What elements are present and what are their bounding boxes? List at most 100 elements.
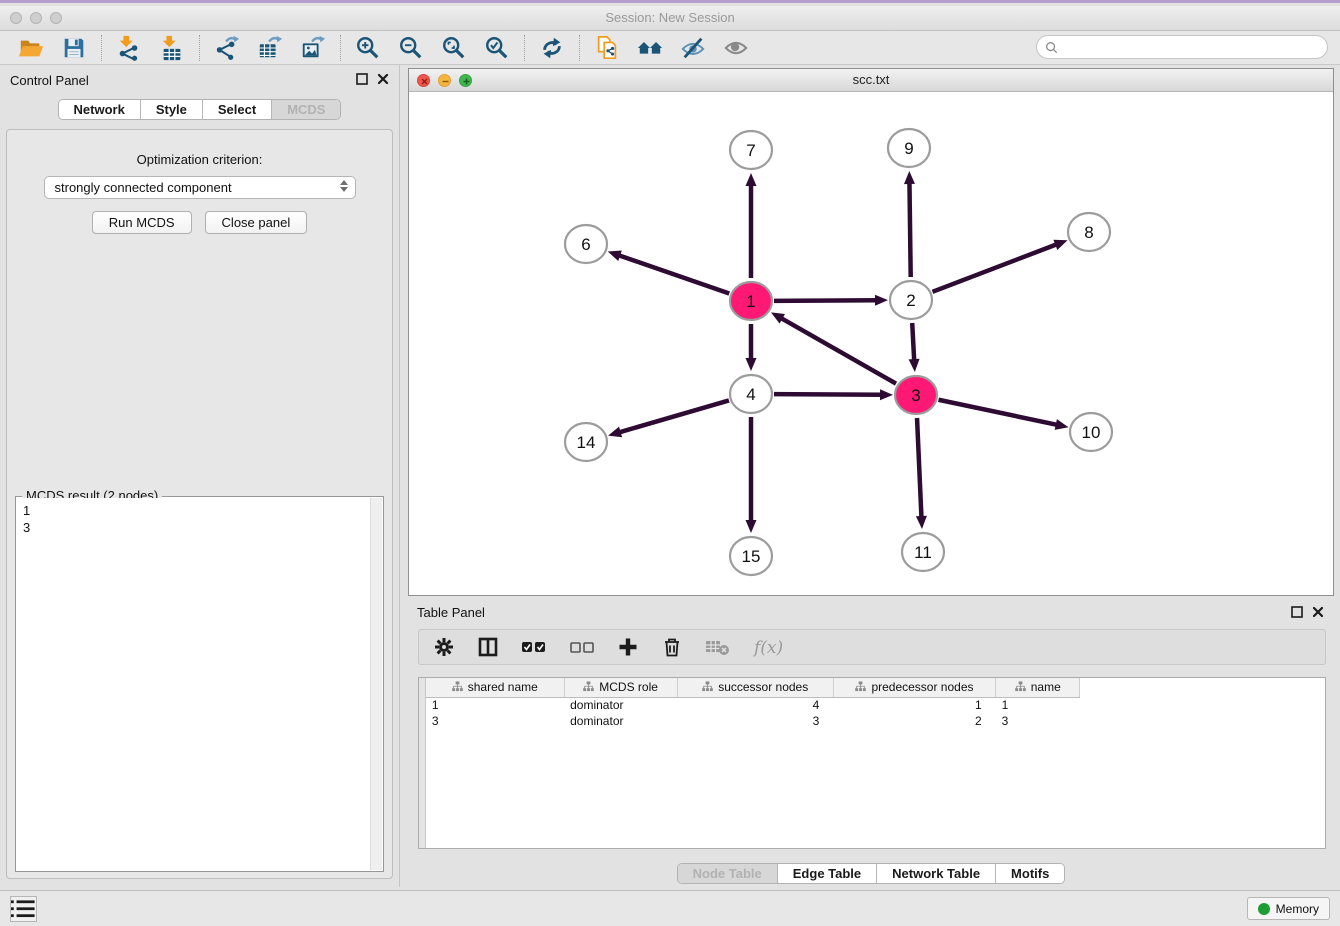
network-maximize-button[interactable] — [459, 74, 472, 87]
network-canvas[interactable]: 1 2 3 4 6 7 8 9 10 11 14 15 — [409, 92, 1333, 595]
graph-node-6[interactable]: 6 — [565, 225, 607, 263]
column-header-name[interactable]: name — [996, 678, 1080, 697]
open-session-icon[interactable] — [18, 35, 44, 61]
tab-motifs[interactable]: Motifs — [995, 864, 1064, 883]
graph-edge-2-9[interactable] — [909, 181, 910, 277]
import-network-icon[interactable] — [116, 35, 142, 61]
table-cell[interactable]: 3 — [677, 713, 833, 729]
close-table-panel-icon[interactable] — [1312, 606, 1324, 618]
maximize-window-button[interactable] — [50, 12, 62, 24]
save-session-icon[interactable] — [61, 35, 87, 61]
table-cell[interactable]: 1 — [426, 697, 564, 713]
graph-node-14[interactable]: 14 — [565, 423, 607, 461]
table-cell[interactable]: 3 — [996, 713, 1080, 729]
graph-node-9[interactable]: 9 — [888, 129, 930, 167]
network-close-button[interactable] — [417, 74, 430, 87]
minimize-window-button[interactable] — [30, 12, 42, 24]
tab-style[interactable]: Style — [140, 100, 202, 119]
tab-mcds[interactable]: MCDS — [271, 100, 340, 119]
zoom-out-icon[interactable] — [398, 35, 424, 61]
export-image-icon[interactable] — [300, 35, 326, 61]
control-panel-header: Control Panel — [0, 65, 399, 95]
optimization-criterion-label: Optimization criterion: — [7, 152, 392, 167]
close-panel-button[interactable]: Close panel — [205, 211, 308, 234]
export-table-icon[interactable] — [257, 35, 283, 61]
zoom-in-icon[interactable] — [355, 35, 381, 61]
graph-edge-3-11[interactable] — [917, 418, 922, 519]
toolbar-group — [524, 35, 579, 61]
table-cell[interactable]: 2 — [833, 713, 995, 729]
search-input[interactable] — [1062, 40, 1319, 54]
table-cell[interactable]: 3 — [426, 713, 564, 729]
close-panel-icon[interactable] — [377, 73, 389, 85]
optimization-criterion-select[interactable]: strongly connected component — [44, 176, 356, 199]
graph-edge-1-6[interactable] — [617, 255, 729, 294]
tab-network-table[interactable]: Network Table — [876, 864, 995, 883]
create-column-icon[interactable] — [617, 636, 639, 658]
graph-edge-3-1[interactable] — [780, 317, 896, 383]
graph-edge-2-8[interactable] — [932, 244, 1058, 292]
network-window-title: scc.txt — [409, 69, 1333, 91]
table-cell[interactable]: 4 — [677, 697, 833, 713]
run-mcds-button[interactable]: Run MCDS — [92, 211, 192, 234]
task-history-button[interactable] — [10, 896, 37, 922]
result-scrollbar[interactable] — [370, 498, 382, 870]
tab-edge-table[interactable]: Edge Table — [777, 864, 876, 883]
table-row[interactable]: 1dominator411 — [426, 697, 1325, 713]
search-field[interactable] — [1036, 35, 1328, 59]
list-icon — [11, 899, 36, 918]
tab-node-table[interactable]: Node Table — [678, 864, 777, 883]
settings-gear-icon[interactable] — [433, 636, 455, 658]
table-cell[interactable]: 1 — [996, 697, 1080, 713]
graph-edge-arrowhead — [904, 171, 915, 184]
first-neighbors-icon[interactable] — [637, 35, 663, 61]
graph-node-2[interactable]: 2 — [890, 281, 932, 319]
column-header-mcds-role[interactable]: MCDS role — [564, 678, 677, 697]
node-table[interactable]: shared nameMCDS rolesuccessor nodesprede… — [418, 677, 1326, 849]
float-panel-icon[interactable] — [356, 73, 368, 85]
column-header-predecessor-nodes[interactable]: predecessor nodes — [833, 678, 995, 697]
graph-node-10[interactable]: 10 — [1070, 413, 1112, 451]
mcds-result-list: 13 — [17, 498, 369, 870]
memory-button[interactable]: Memory — [1247, 897, 1330, 920]
select-all-checkboxes-icon[interactable] — [521, 636, 547, 658]
hide-graphics-details-icon[interactable] — [680, 35, 706, 61]
graph-node-4[interactable]: 4 — [730, 375, 772, 413]
delete-columns-icon[interactable] — [661, 636, 683, 658]
graph-node-label: 3 — [911, 386, 920, 405]
table-cell[interactable]: 1 — [833, 697, 995, 713]
graph-node-3[interactable]: 3 — [895, 376, 937, 414]
graph-node-11[interactable]: 11 — [902, 533, 944, 571]
window-controls — [10, 12, 62, 24]
table-body: 1dominator4113dominator323 — [426, 697, 1325, 729]
show-graphics-details-icon[interactable] — [723, 35, 749, 61]
split-panel-icon[interactable] — [477, 636, 499, 658]
svg-text:f(x): f(x) — [752, 638, 783, 658]
table-row[interactable]: 3dominator323 — [426, 713, 1325, 729]
graph-node-8[interactable]: 8 — [1068, 213, 1110, 251]
column-header-successor-nodes[interactable]: successor nodes — [677, 678, 833, 697]
refresh-view-icon[interactable] — [539, 35, 565, 61]
column-header-shared-name[interactable]: shared name — [426, 678, 564, 697]
graph-node-7[interactable]: 7 — [730, 131, 772, 169]
export-network-icon[interactable] — [214, 35, 240, 61]
graph-edge-1-2[interactable] — [774, 300, 878, 301]
float-table-panel-icon[interactable] — [1291, 606, 1303, 618]
tab-network[interactable]: Network — [59, 100, 140, 119]
table-cell[interactable]: dominator — [564, 713, 677, 729]
graph-edge-3-10[interactable] — [939, 400, 1059, 425]
zoom-fit-icon[interactable] — [441, 35, 467, 61]
clone-network-icon[interactable] — [594, 35, 620, 61]
table-cell[interactable]: dominator — [564, 697, 677, 713]
import-table-icon[interactable] — [159, 35, 185, 61]
network-minimize-button[interactable] — [438, 74, 451, 87]
zoom-selected-icon[interactable] — [484, 35, 510, 61]
tab-select[interactable]: Select — [202, 100, 271, 119]
graph-node-1[interactable]: 1 — [730, 282, 772, 320]
close-window-button[interactable] — [10, 12, 22, 24]
graph-node-15[interactable]: 15 — [730, 537, 772, 575]
clear-checkboxes-icon[interactable] — [569, 636, 595, 658]
graph-edge-4-14[interactable] — [618, 400, 729, 432]
graph-edge-4-3[interactable] — [774, 394, 883, 395]
graph-edge-2-3[interactable] — [912, 323, 914, 362]
